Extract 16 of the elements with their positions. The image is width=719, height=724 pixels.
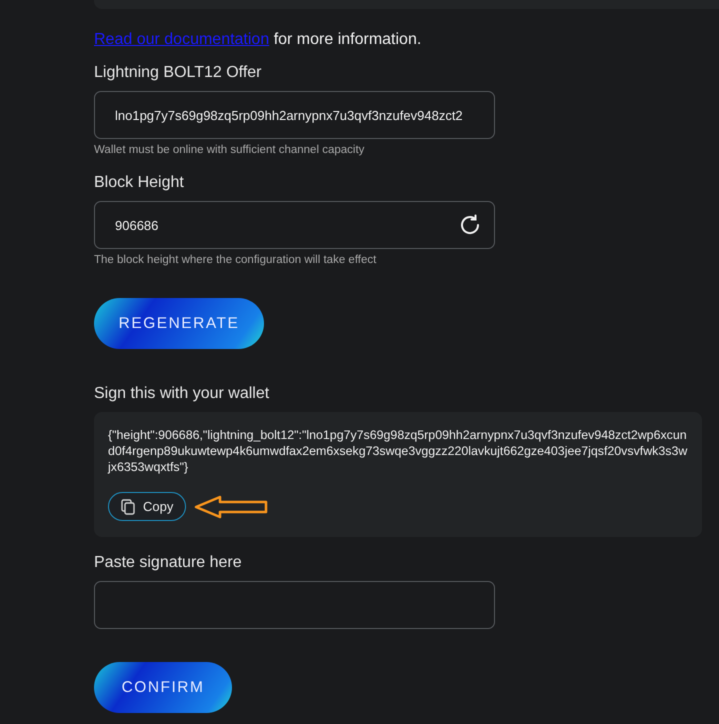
copy-button[interactable]: Copy [108,492,186,521]
section-label: Sign this with your wallet [94,385,270,403]
signature-field[interactable] [94,581,495,629]
message-text: {"height":906686,"lightning_bolt12":"lno1pg7y7s69g98zq5rp09hh2arnypnx7u3qvf3nzufev948zct2wp6xcund0f4rgenp89ukuwtewp4k6umwdfax2em6xsekg73swqe3vggzz220lavkujt662gze403jee7jqsf20vsvfwk3s3wjx6353wqxtfs"} [108,427,688,475]
refresh-icon[interactable] [458,213,482,237]
documentation-note: Read our documentation for more information. [94,31,422,49]
field-hint: The block height where the configuration will take effect [94,254,378,266]
offer-field[interactable]: lno1pg7y7s69g98zq5rp09hh2arnypnx7u3qvf3nzufev948zct2 [94,91,495,139]
field-label: Block Height [94,174,185,192]
block-height-field[interactable]: 906686 [94,201,495,249]
confirm-button[interactable]: CONFIRM [94,662,232,713]
regenerate-button[interactable]: REGENERATE [94,298,264,349]
field-label: Paste signature here [94,554,243,572]
copy-icon [121,498,135,514]
field-hint: Wallet must be online with sufficient channel capacity [94,144,366,156]
field-label: Lightning BOLT12 Offer [94,64,263,82]
